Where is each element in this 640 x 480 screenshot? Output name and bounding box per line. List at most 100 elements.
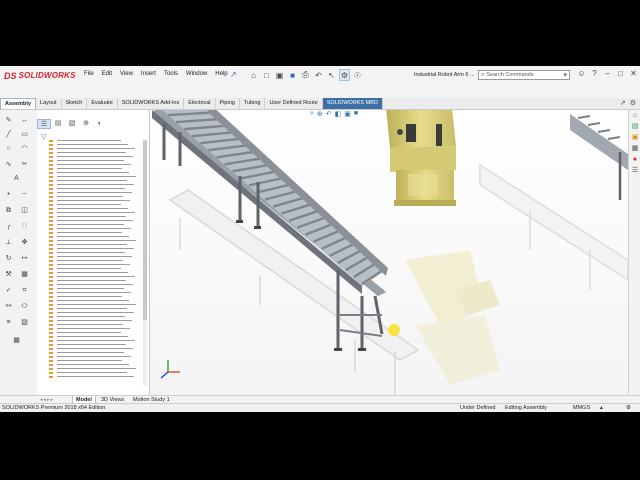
tree-item[interactable] <box>47 284 139 286</box>
search-input[interactable]: Search Commands <box>486 72 533 78</box>
tree-item[interactable] <box>47 312 139 314</box>
tree-item[interactable] <box>47 252 139 254</box>
smart-dimension-icon[interactable]: ↔ <box>20 116 29 125</box>
tree-item[interactable] <box>47 224 139 226</box>
tree-item[interactable] <box>47 152 139 154</box>
tree-item[interactable] <box>47 348 139 350</box>
extend-tool-icon[interactable]: ↦ <box>20 254 29 263</box>
tab-evaluate[interactable]: Evaluate <box>87 98 118 109</box>
tree-item[interactable] <box>47 228 139 230</box>
tree-item[interactable] <box>47 140 139 142</box>
tree-item[interactable] <box>47 320 139 322</box>
tree-item[interactable] <box>47 292 139 294</box>
tab-piping[interactable]: Piping <box>216 98 240 109</box>
layers-tool-icon[interactable]: ≡ <box>4 318 13 327</box>
zoom-area-icon[interactable]: ⊕ <box>317 110 323 118</box>
tree-item[interactable] <box>47 200 139 202</box>
tree-item[interactable] <box>47 248 139 250</box>
design-library-icon[interactable]: ▤ <box>630 122 640 131</box>
tree-item[interactable] <box>47 344 139 346</box>
rectangle-tool-icon[interactable]: ▭ <box>20 130 29 139</box>
line-tool-icon[interactable]: ╱ <box>4 130 13 139</box>
tree-item[interactable] <box>47 332 139 334</box>
sketch-tool-icon[interactable]: ✎ <box>4 116 13 125</box>
custom-properties-icon[interactable]: ☰ <box>630 166 640 175</box>
search-dropdown-icon[interactable]: ▾ <box>563 71 567 79</box>
image-tool-icon[interactable]: ▧ <box>20 318 29 327</box>
grid-tool-icon[interactable]: ⌗ <box>20 286 29 295</box>
appearances-icon[interactable]: ● <box>630 155 640 164</box>
tree-item[interactable] <box>47 160 139 162</box>
display-manager-icon[interactable]: ◐ <box>93 119 107 129</box>
tree-item[interactable] <box>47 340 139 342</box>
tree-item[interactable] <box>47 156 139 158</box>
tree-item[interactable] <box>47 328 139 330</box>
solidworks-logo[interactable]: DS SOLIDWORKS <box>4 70 76 81</box>
slot-tool-icon[interactable]: ⬭ <box>20 302 29 311</box>
arc-tool-icon[interactable]: ◠ <box>20 144 29 153</box>
search-commands[interactable]: ⌕ Search Commands ▾ <box>478 70 570 80</box>
tab-assembly[interactable]: Assembly <box>0 98 36 109</box>
feature-manager-icon[interactable]: ☰ <box>37 119 51 129</box>
tree-item[interactable] <box>47 176 139 178</box>
tree-item[interactable] <box>47 376 139 378</box>
circle-tool-icon[interactable]: ○ <box>4 144 13 153</box>
tree-item[interactable] <box>47 264 139 266</box>
tree-item[interactable] <box>47 236 139 238</box>
tree-item[interactable] <box>47 308 139 310</box>
new-icon[interactable]: □ <box>261 69 272 81</box>
tree-item[interactable] <box>47 192 139 194</box>
move-tool-icon[interactable]: ✥ <box>20 238 29 247</box>
tree-item[interactable] <box>47 184 139 186</box>
offset-tool-icon[interactable]: ⧉ <box>4 206 13 215</box>
section-view-icon[interactable]: ◧ <box>335 110 342 118</box>
chain-tool-icon[interactable]: ⚯ <box>4 302 13 311</box>
mirror-tool-icon[interactable]: ◫ <box>20 206 29 215</box>
tree-item[interactable] <box>47 272 139 274</box>
spline-tool-icon[interactable]: ∿ <box>4 160 13 169</box>
tree-item[interactable] <box>47 172 139 174</box>
tree-item[interactable] <box>47 324 139 326</box>
tab-electrical[interactable]: Electrical <box>184 98 216 109</box>
text-tool-icon[interactable]: A <box>12 174 21 183</box>
home-icon[interactable]: ⌂ <box>248 69 259 81</box>
pin-icon[interactable]: ↗ <box>230 70 237 79</box>
print-icon[interactable]: ⎙ <box>300 69 311 81</box>
industrial-robot-arm[interactable] <box>386 110 456 206</box>
tree-item[interactable] <box>47 148 139 150</box>
zoom-to-fit-icon[interactable]: ⌕ <box>310 110 314 118</box>
configuration-manager-icon[interactable]: ▧ <box>65 119 79 129</box>
tree-item[interactable] <box>47 204 139 206</box>
relation-tool-icon[interactable]: ⟂ <box>4 238 13 247</box>
select-icon[interactable]: ↖ <box>326 69 337 81</box>
convert-tool-icon[interactable]: ↻ <box>4 254 13 263</box>
tab-layout[interactable]: Layout <box>36 98 62 109</box>
repair-tool-icon[interactable]: ⚒ <box>4 270 13 279</box>
close-icon[interactable]: ✕ <box>627 69 640 78</box>
point-tool-icon[interactable]: • <box>4 190 13 199</box>
rebuild-status-icon[interactable]: ⚙ <box>626 405 631 411</box>
tree-item[interactable] <box>47 260 139 262</box>
tree-item[interactable] <box>47 356 139 358</box>
menu-tools[interactable]: Tools <box>164 71 178 77</box>
tree-item[interactable] <box>47 372 139 374</box>
expand-icon[interactable]: ↗ <box>620 99 626 107</box>
tree-item[interactable] <box>47 360 139 362</box>
home-icon[interactable]: ⌂ <box>630 111 640 120</box>
check-tool-icon[interactable]: ✓ <box>4 286 13 295</box>
units-dropdown-icon[interactable]: ▴ <box>600 405 603 411</box>
tree-item[interactable] <box>47 208 139 210</box>
restore-icon[interactable]: □ <box>614 69 627 78</box>
tree-item[interactable] <box>47 216 139 218</box>
menu-edit[interactable]: Edit <box>102 71 112 77</box>
menu-file[interactable]: File <box>84 71 94 77</box>
menu-help[interactable]: Help <box>215 71 227 77</box>
tree-item[interactable] <box>47 288 139 290</box>
settings-icon[interactable]: ⚙ <box>630 99 636 107</box>
rebuild-icon[interactable]: ⚙ <box>339 69 350 81</box>
display-style-icon[interactable]: ■ <box>354 110 358 118</box>
table-tool-icon[interactable]: ▦ <box>12 336 21 345</box>
tree-item[interactable] <box>47 316 139 318</box>
units-selector[interactable]: MMGS <box>573 405 590 411</box>
save-icon[interactable]: ■ <box>287 69 298 81</box>
